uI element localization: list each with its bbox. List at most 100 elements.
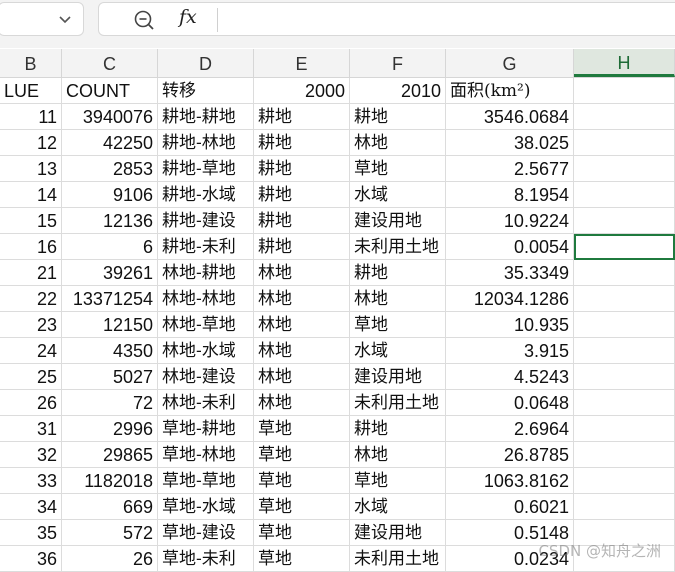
cell[interactable]: 林地-林地 — [158, 286, 254, 312]
cell[interactable]: 35 — [0, 520, 62, 546]
cell[interactable]: 12136 — [62, 208, 158, 234]
cell[interactable]: COUNT — [62, 78, 158, 104]
cell[interactable]: 10.935 — [446, 312, 574, 338]
cell[interactable]: 水域 — [350, 182, 446, 208]
cell[interactable]: 9106 — [62, 182, 158, 208]
cell[interactable]: 36 — [0, 546, 62, 572]
cell[interactable] — [574, 416, 675, 442]
cell[interactable]: 水域 — [350, 494, 446, 520]
cell[interactable]: 林地 — [254, 338, 350, 364]
cell[interactable]: 3.915 — [446, 338, 574, 364]
cell[interactable]: 耕地 — [350, 260, 446, 286]
cell[interactable]: 林地 — [350, 286, 446, 312]
cell[interactable]: 2.5677 — [446, 156, 574, 182]
name-box[interactable] — [0, 2, 84, 36]
cell[interactable]: 12150 — [62, 312, 158, 338]
cell[interactable]: 草地 — [254, 468, 350, 494]
cell[interactable]: 林地-建设 — [158, 364, 254, 390]
column-header-f[interactable]: F — [350, 49, 446, 77]
cell[interactable]: 2010 — [350, 78, 446, 104]
cell[interactable]: 林地 — [254, 286, 350, 312]
column-header-d[interactable]: D — [158, 49, 254, 77]
cell[interactable]: 33 — [0, 468, 62, 494]
cell[interactable]: 42250 — [62, 130, 158, 156]
cell[interactable] — [574, 286, 675, 312]
cell[interactable]: 面积(km²) — [446, 78, 574, 104]
cell[interactable]: 26 — [0, 390, 62, 416]
cell[interactable]: 耕地 — [254, 130, 350, 156]
cell[interactable]: 6 — [62, 234, 158, 260]
cell[interactable]: 3940076 — [62, 104, 158, 130]
cell[interactable]: 林地 — [350, 442, 446, 468]
cell[interactable]: 4.5243 — [446, 364, 574, 390]
cell[interactable]: 耕地 — [254, 208, 350, 234]
cell[interactable]: 草地-建设 — [158, 520, 254, 546]
cell[interactable] — [574, 156, 675, 182]
cell[interactable]: 23 — [0, 312, 62, 338]
cell[interactable]: 草地-水域 — [158, 494, 254, 520]
cell[interactable]: 林地 — [350, 130, 446, 156]
cell[interactable]: 耕地 — [254, 234, 350, 260]
cell[interactable]: 建设用地 — [350, 364, 446, 390]
cell[interactable]: 24 — [0, 338, 62, 364]
cell[interactable] — [574, 442, 675, 468]
cell[interactable]: 11 — [0, 104, 62, 130]
cell[interactable]: 0.6021 — [446, 494, 574, 520]
cell[interactable]: 22 — [0, 286, 62, 312]
cell[interactable]: 耕地-建设 — [158, 208, 254, 234]
cell[interactable] — [574, 364, 675, 390]
cell[interactable]: 耕地-未利 — [158, 234, 254, 260]
cell[interactable]: 2996 — [62, 416, 158, 442]
cell[interactable]: 草地-未利 — [158, 546, 254, 572]
cell[interactable]: 26.8785 — [446, 442, 574, 468]
cell[interactable]: 建设用地 — [350, 208, 446, 234]
cell[interactable]: 未利用土地 — [350, 546, 446, 572]
cell[interactable]: 转移 — [158, 78, 254, 104]
cell[interactable]: 32 — [0, 442, 62, 468]
column-header-b[interactable]: B — [0, 49, 62, 77]
cell[interactable]: 耕地 — [254, 182, 350, 208]
cell[interactable]: 13 — [0, 156, 62, 182]
cell[interactable]: 14 — [0, 182, 62, 208]
cell[interactable]: 2853 — [62, 156, 158, 182]
cell[interactable]: 林地 — [254, 390, 350, 416]
cell[interactable]: 耕地 — [254, 156, 350, 182]
cell[interactable]: 耕地-水域 — [158, 182, 254, 208]
cell[interactable]: 0.0648 — [446, 390, 574, 416]
cell[interactable] — [574, 468, 675, 494]
cell[interactable]: 21 — [0, 260, 62, 286]
cell[interactable]: 31 — [0, 416, 62, 442]
cell[interactable] — [574, 78, 675, 104]
cell[interactable] — [574, 338, 675, 364]
cell[interactable]: 水域 — [350, 338, 446, 364]
cell[interactable]: 林地-未利 — [158, 390, 254, 416]
function-icon[interactable]: fx — [179, 6, 197, 28]
cell[interactable] — [574, 182, 675, 208]
cell[interactable]: 林地-水域 — [158, 338, 254, 364]
cell[interactable]: 72 — [62, 390, 158, 416]
cell[interactable]: 3546.0684 — [446, 104, 574, 130]
column-header-e[interactable]: E — [254, 49, 350, 77]
cell[interactable]: 草地-耕地 — [158, 416, 254, 442]
cell[interactable]: 建设用地 — [350, 520, 446, 546]
cell[interactable]: 13371254 — [62, 286, 158, 312]
cell[interactable]: 15 — [0, 208, 62, 234]
cell[interactable]: 未利用土地 — [350, 390, 446, 416]
formula-input[interactable]: fx — [98, 2, 675, 36]
cell[interactable]: 林地 — [254, 260, 350, 286]
cell[interactable]: 669 — [62, 494, 158, 520]
cell[interactable] — [574, 104, 675, 130]
cell[interactable]: 草地 — [254, 520, 350, 546]
chevron-down-icon[interactable] — [57, 11, 73, 27]
column-header-h[interactable]: H — [574, 49, 675, 77]
cell[interactable]: 34 — [0, 494, 62, 520]
cell[interactable]: 林地-耕地 — [158, 260, 254, 286]
cell[interactable]: 16 — [0, 234, 62, 260]
cell[interactable]: LUE — [0, 78, 62, 104]
column-header-c[interactable]: C — [62, 49, 158, 77]
cell[interactable]: 8.1954 — [446, 182, 574, 208]
cell[interactable]: 草地 — [254, 494, 350, 520]
cell[interactable]: 耕地-耕地 — [158, 104, 254, 130]
cell[interactable]: 耕地-草地 — [158, 156, 254, 182]
cell[interactable]: 未利用土地 — [350, 234, 446, 260]
